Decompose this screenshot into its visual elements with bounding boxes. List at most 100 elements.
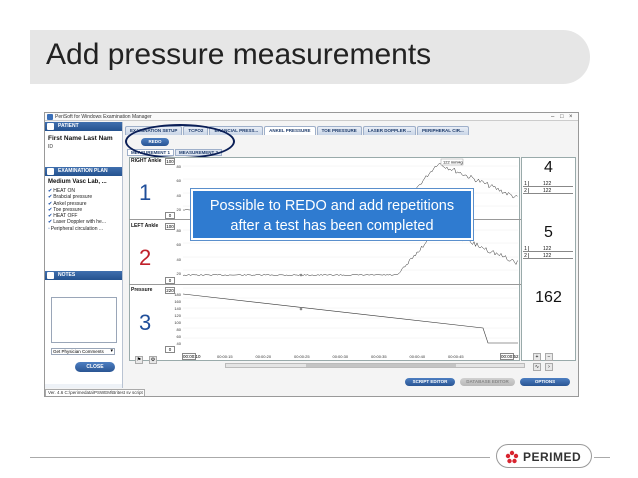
track-label-3: Pressure: [131, 287, 153, 293]
wave-icon[interactable]: ∿: [533, 363, 541, 371]
y-min-field-2[interactable]: 0: [165, 277, 175, 284]
y-tick-label: 20: [176, 271, 181, 276]
pressure-trace: [183, 293, 518, 344]
track-number-1: 1: [139, 180, 152, 205]
flower-icon: [505, 450, 519, 464]
plan-box: Medium Vasc Lab, ... ✔HEAT ON ✔Brabcial p…: [45, 176, 122, 271]
tab-exam[interactable]: PERIPHERAL CIR...: [417, 126, 469, 135]
y-min-field-1[interactable]: 0: [165, 212, 175, 219]
track-number-2: 2: [139, 245, 152, 270]
highlight-ellipse: [125, 124, 235, 159]
tab-exam[interactable]: ANKEL PRESSURE: [264, 126, 316, 135]
script-editor-button[interactable]: SCRIPT EDITOR: [405, 378, 455, 386]
plan-name: Medium Vasc Lab, ...: [48, 179, 107, 185]
slide: Add pressure measurements PeriSoft for W…: [0, 0, 638, 478]
check-icon: ✔: [48, 213, 53, 220]
notes-textarea[interactable]: [51, 297, 117, 343]
patient-header: PATIENT: [45, 122, 122, 131]
time-scrollbar[interactable]: [225, 363, 525, 368]
app-icon: [47, 114, 53, 120]
close-icon[interactable]: ×: [569, 114, 575, 120]
database-editor-button[interactable]: DATABASE EDITOR: [460, 378, 515, 386]
y-tick-label: 20: [176, 207, 181, 212]
notes-header: NOTES: [45, 271, 122, 280]
y-tick-label: 80: [176, 228, 181, 233]
result-value-2: 5: [544, 224, 553, 241]
time-start-field[interactable]: 00:00:10: [182, 353, 201, 360]
tab-exam[interactable]: LASER DOPPLER ...: [362, 126, 417, 135]
plan-header: EXAMINATION PLAN: [45, 167, 122, 176]
y-tick-label: 60: [176, 178, 181, 184]
waveform-plot: 122 mmHg: [183, 158, 518, 344]
tab-exam[interactable]: TOE PRESSURE: [316, 126, 362, 135]
y-tick-label: 40: [176, 341, 181, 346]
options-button[interactable]: OPTIONS: [520, 378, 570, 386]
scroll-thumb[interactable]: [306, 364, 456, 367]
left-panel: PATIENT First Name Last Nam ID EXAMINATI…: [45, 122, 123, 388]
time-tick-label: 00:00:30: [332, 354, 349, 359]
app-window: PeriSoft for Windows Examination Manager…: [44, 112, 579, 397]
window-title: PeriSoft for Windows Examination Manager: [55, 114, 152, 120]
plan-icon: [47, 168, 54, 175]
time-end-field[interactable]: 00:00:52: [500, 353, 519, 360]
next-icon[interactable]: ›: [545, 363, 553, 371]
patient-icon: [47, 123, 54, 130]
y-tick-label: 60: [176, 334, 181, 339]
patient-id: ID: [48, 144, 53, 150]
y-tick-label: 80: [176, 327, 181, 332]
check-icon: ✔: [48, 200, 53, 207]
marker-point[interactable]: [299, 307, 303, 311]
minimize-icon[interactable]: –: [551, 114, 557, 120]
result-row: 2 122: [523, 253, 573, 259]
time-tick-label: 00:00:15: [217, 354, 233, 359]
callout-line-2: after a test has been completed: [230, 218, 434, 234]
maximize-icon[interactable]: □: [560, 114, 566, 120]
window-titlebar: PeriSoft for Windows Examination Manager…: [45, 113, 578, 121]
track-label-2: LEFT Ankle: [131, 223, 159, 229]
callout-line-1: Possible to REDO and add repetitions: [209, 198, 455, 214]
track-label-1: RIGHT Ankle: [131, 158, 162, 164]
y-tick-label: 100: [174, 320, 181, 325]
plan-item[interactable]: ▫Peripheral circulation ...: [48, 226, 119, 232]
zoom-in-icon[interactable]: +: [533, 353, 541, 361]
time-tick-label: 00:00:25: [294, 354, 310, 359]
status-bar: Ver. 4.6 C:\perimedata\PSWEM\Britest sv …: [45, 389, 145, 396]
check-icon: ✔: [48, 188, 53, 194]
notes-icon: [47, 272, 54, 279]
time-tick-label: 00:00:20: [255, 354, 272, 359]
y-tick-label: 40: [176, 192, 181, 198]
patient-box[interactable]: First Name Last Nam ID: [45, 131, 122, 167]
flag-icon[interactable]: ⚑: [135, 356, 143, 364]
check-icon: ✔: [48, 219, 53, 226]
patient-name: First Name Last Nam: [48, 135, 113, 142]
zoom-out-icon[interactable]: −: [545, 353, 553, 361]
logo-text: PERIMED: [523, 450, 582, 464]
document-icon: ▫: [48, 225, 50, 232]
svg-text:122 mmHg: 122 mmHg: [443, 160, 463, 165]
check-icon: ✔: [48, 194, 53, 201]
y-tick-label: 120: [174, 313, 181, 318]
y-tick-label: 60: [176, 242, 181, 248]
result-row: 2 122: [523, 188, 573, 194]
result-row: 1 122: [523, 181, 573, 187]
footer-line: [30, 457, 490, 458]
y-tick-label: 140: [174, 306, 181, 311]
close-button[interactable]: CLOSE: [75, 362, 115, 372]
y-tick-label: 80: [176, 164, 181, 169]
y-tick-label: 160: [174, 299, 181, 304]
pressure-marker[interactable]: 122 mmHg: [440, 158, 464, 166]
time-tick-label: 00:00:45: [448, 354, 464, 359]
result-value-1: 4: [544, 159, 553, 176]
y-tick-label: 180: [174, 292, 181, 297]
result-value-3: 162: [535, 289, 562, 306]
perimed-logo: PERIMED: [496, 444, 592, 468]
y-min-field-3[interactable]: 0: [165, 346, 175, 353]
marker-point[interactable]: [299, 273, 303, 277]
time-tick-label: 00:00:40: [409, 354, 426, 359]
time-tick-label: 00:00:35: [371, 354, 387, 359]
physician-select[interactable]: Get Physician Comments: [51, 348, 115, 355]
callout-box: Possible to REDO and add repetitions aft…: [190, 188, 474, 241]
settings-icon[interactable]: ⚙: [149, 356, 157, 364]
footer-line: [594, 457, 610, 458]
track-number-3: 3: [139, 310, 152, 335]
